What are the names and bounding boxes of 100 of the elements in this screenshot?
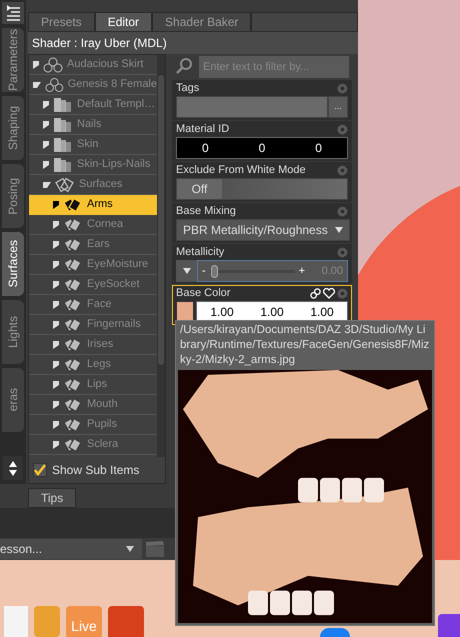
- swatches-icon: [63, 376, 83, 392]
- tree-item-label: Ears: [87, 237, 110, 252]
- collapsed-triangle-icon[interactable]: [53, 200, 59, 208]
- tree-item-label: Surfaces: [79, 177, 122, 192]
- mixing-dropdown[interactable]: PBR Metallicity/Roughness: [176, 219, 350, 241]
- value-text: 0: [315, 140, 322, 157]
- tree-item[interactable]: EyeMoisture: [29, 255, 157, 275]
- property-label: Base Color: [176, 286, 230, 302]
- toggle-switch[interactable]: Off: [176, 178, 348, 200]
- minus-sign: -: [202, 264, 206, 279]
- tree-item[interactable]: Cornea: [29, 215, 157, 235]
- side-tab[interactable]: Posing: [2, 164, 24, 228]
- tags-field[interactable]: [176, 96, 328, 118]
- property-label: Base Mixing: [176, 204, 236, 220]
- tree-item-label: Lips: [87, 377, 108, 392]
- molecule-icon: [43, 56, 63, 72]
- value-field[interactable]: 0 0 0: [176, 137, 348, 159]
- tree-item[interactable]: Lips: [29, 375, 157, 395]
- swatches-outline-icon: [55, 176, 75, 192]
- side-tab[interactable]: Lights: [2, 300, 24, 364]
- tree-item-label: EyeSocket: [87, 277, 140, 292]
- live-app-icon[interactable]: Live: [66, 606, 102, 637]
- tree-item-label: Arms: [87, 197, 113, 212]
- tree-item-label: Skin-Lips-Nails: [77, 157, 150, 172]
- tree-item[interactable]: Default Templ…: [29, 95, 157, 115]
- stacked-pages-icon: [53, 136, 73, 152]
- tree-item-label: Default Templ…: [77, 97, 156, 112]
- shader-header: Shader : Iray Uber (MDL): [28, 32, 358, 54]
- tree-item-label: Nails: [77, 117, 102, 132]
- scroll-arrows-icon[interactable]: [3, 456, 23, 480]
- tree-item-label: Skin: [77, 137, 98, 152]
- tree-item[interactable]: Mouth: [29, 395, 157, 415]
- heart-icon[interactable]: [323, 288, 335, 299]
- swatches-icon: [63, 336, 83, 352]
- side-tab[interactable]: eras: [2, 368, 24, 432]
- property-label: Tags: [176, 81, 200, 96]
- tree-item[interactable]: Arms: [29, 195, 157, 215]
- value-text: 1.00: [260, 304, 284, 321]
- tree-item[interactable]: Fingernails: [29, 315, 157, 335]
- dropdown-button[interactable]: [176, 260, 197, 282]
- link-icon[interactable]: [310, 288, 321, 299]
- texture-path: /Users/kirayan/Documents/DAZ 3D/Studio/My Library/Runtime/Textures/FaceGen/Genesis8F/Mizky-2/Mizky-2_arms.jpg: [179, 323, 430, 368]
- side-tab[interactable]: Shaping: [2, 96, 24, 160]
- tree-item-label: Genesis 8 Female: [68, 77, 157, 92]
- checkbox[interactable]: [33, 463, 47, 477]
- caret-icon: [126, 546, 134, 552]
- swatches-icon: [63, 416, 83, 432]
- property-label: Material ID: [176, 122, 230, 138]
- lesson-dropdown[interactable]: esson...: [0, 539, 142, 559]
- expanded-triangle-icon[interactable]: [33, 82, 41, 88]
- side-tab[interactable]: Surfaces: [2, 232, 24, 296]
- show-sub-items-checkbox[interactable]: Show Sub Items: [29, 457, 165, 483]
- tree-item-label: Cornea: [87, 217, 124, 232]
- tree-item[interactable]: EyeSocket: [29, 275, 157, 295]
- tree-item[interactable]: Skin-Lips-Nails: [29, 155, 157, 175]
- swatches-icon: [63, 396, 83, 412]
- tree-item-label: Face: [87, 297, 112, 312]
- property-label: Metallicity: [176, 245, 224, 260]
- panel-tab[interactable]: Shader Baker: [152, 12, 252, 32]
- panel-tab[interactable]: Editor: [94, 12, 152, 32]
- tree-item[interactable]: Irises: [29, 335, 157, 355]
- tree-item-label: Mouth: [87, 397, 118, 412]
- swatches-icon: [63, 296, 83, 312]
- value-text: 1.00: [310, 304, 334, 321]
- search-icon[interactable]: [175, 56, 195, 76]
- caret-icon: [182, 268, 190, 274]
- tree-item[interactable]: Pupils: [29, 415, 157, 435]
- tree-item[interactable]: Genesis 8 Female: [29, 75, 157, 95]
- stacked-pages-icon: [53, 156, 73, 172]
- scrollbar[interactable]: [157, 55, 165, 457]
- tree-item[interactable]: Face: [29, 295, 157, 315]
- check-icon: [34, 464, 46, 476]
- tree-item[interactable]: Ears: [29, 235, 157, 255]
- tree-item[interactable]: Legs: [29, 355, 157, 375]
- side-tab[interactable]: Parameters: [2, 28, 24, 92]
- swatches-icon: [63, 236, 83, 252]
- tree-item[interactable]: Skin: [29, 135, 157, 155]
- swatches-icon: [63, 316, 83, 332]
- expanded-triangle-icon[interactable]: [43, 182, 51, 188]
- swatches-icon: [63, 436, 83, 452]
- plus-sign: +: [298, 264, 305, 279]
- tree-item[interactable]: Audacious Skirt: [29, 55, 157, 75]
- slider-thumb[interactable]: [210, 264, 218, 278]
- value-text: 0: [258, 140, 266, 157]
- tree-item[interactable]: Nails: [29, 115, 157, 135]
- property-label: Exclude From White Mode: [176, 163, 306, 178]
- value-text: 1.00: [210, 304, 234, 321]
- swatches-icon: [63, 256, 83, 272]
- browse-button[interactable]: ...: [328, 96, 348, 118]
- swatches-icon: [63, 216, 83, 232]
- swatches-icon: [63, 196, 83, 212]
- value-text: 0: [202, 140, 209, 157]
- tree-item-label: Audacious Skirt: [67, 57, 144, 72]
- tree-item-label: Legs: [87, 357, 111, 372]
- panel-tab[interactable]: Presets: [28, 12, 95, 32]
- menu-icon[interactable]: [2, 2, 24, 24]
- tree-item[interactable]: Sclera: [29, 435, 157, 455]
- tree-item-label: EyeMoisture: [87, 257, 148, 272]
- bottom-tab[interactable]: Tips: [28, 488, 76, 508]
- molecule-icon: [45, 76, 64, 92]
